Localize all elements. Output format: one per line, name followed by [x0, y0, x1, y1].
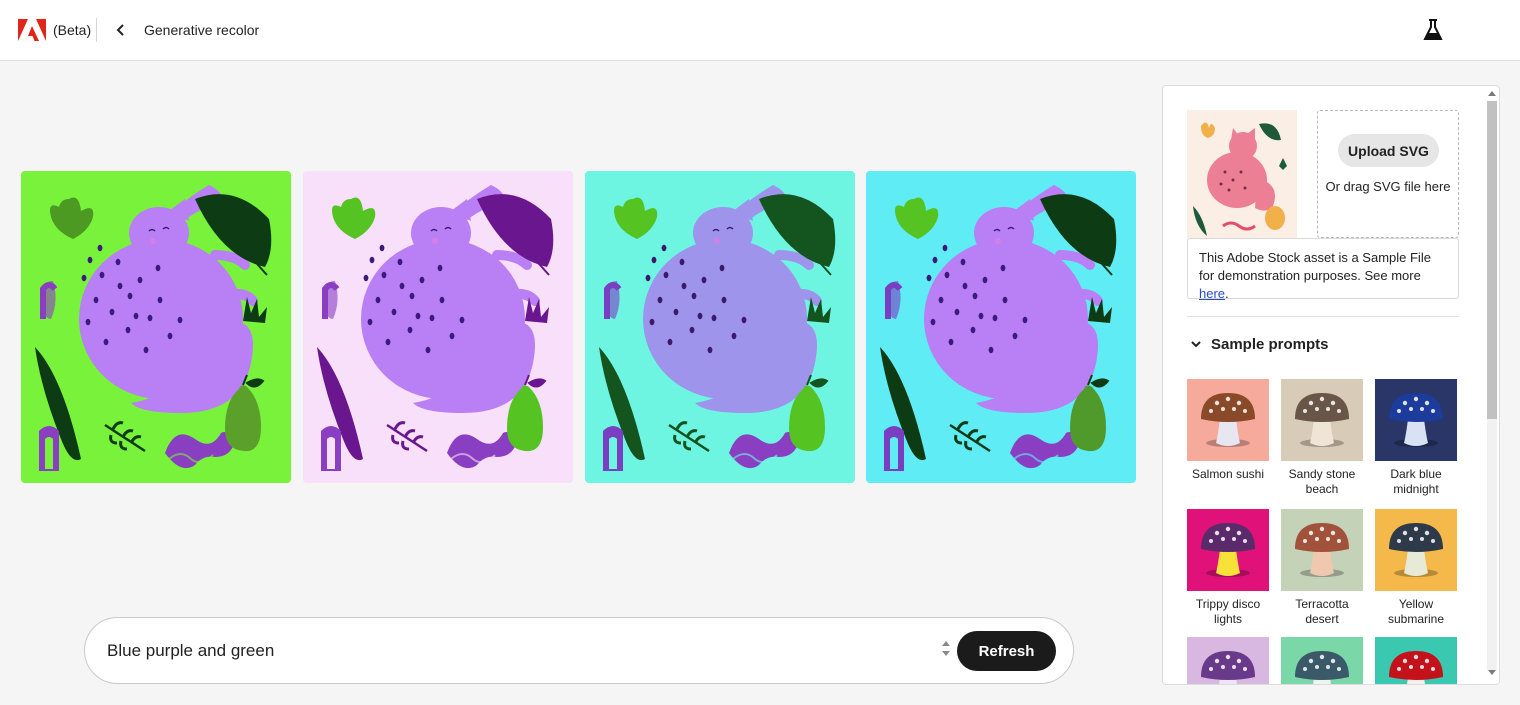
- page-title: Generative recolor: [144, 22, 260, 38]
- mushroom-image: [1281, 509, 1363, 591]
- scroll-down-arrow[interactable]: [1488, 670, 1496, 675]
- mushroom-image: [1375, 509, 1457, 591]
- sample-prompt-tile[interactable]: [1281, 637, 1363, 684]
- sample-prompt-tile[interactable]: [1187, 637, 1269, 684]
- side-panel: Upload SVG Or drag SVG file here This Ad…: [1162, 85, 1500, 685]
- scroll-up-arrow[interactable]: [1488, 91, 1496, 96]
- top-bar: (Beta) Generative recolor: [0, 0, 1520, 61]
- sample-prompt-label: Terracotta desert: [1295, 597, 1349, 626]
- mushroom-image: [1375, 637, 1457, 684]
- prompt-bar: Refresh: [84, 617, 1074, 684]
- sample-prompt-tile[interactable]: Terracotta desert: [1281, 509, 1363, 627]
- scrollbar-thumb[interactable]: [1487, 101, 1497, 419]
- notice-here-link[interactable]: here: [1199, 286, 1225, 301]
- sample-prompt-tile[interactable]: Sandy stone beach: [1281, 379, 1363, 497]
- header-divider: [96, 18, 97, 42]
- sample-prompt-label: Sandy stone beach: [1288, 467, 1356, 496]
- notice-end: .: [1225, 286, 1229, 301]
- mushroom-image: [1281, 379, 1363, 461]
- drag-svg-text: Or drag SVG file here: [1325, 179, 1451, 194]
- variant-card-1[interactable]: [21, 171, 291, 483]
- mushroom-image: [1187, 509, 1269, 591]
- sample-prompt-label: Yellow submarine: [1387, 597, 1445, 626]
- prompt-input[interactable]: [107, 638, 927, 664]
- mushroom-image: [1375, 379, 1457, 461]
- mushroom-image: [1281, 637, 1363, 684]
- sample-prompts-toggle[interactable]: Sample prompts: [1189, 333, 1329, 355]
- upload-svg-button[interactable]: Upload SVG: [1338, 134, 1439, 167]
- sample-prompt-label: Dark blue midnight: [1390, 467, 1442, 496]
- sample-prompt-tile[interactable]: [1375, 637, 1457, 684]
- adobe-logo-icon[interactable]: [18, 19, 46, 41]
- sample-prompts-title: Sample prompts: [1211, 335, 1329, 353]
- variant-card-3[interactable]: [585, 171, 855, 483]
- panel-scrollbar[interactable]: [1484, 85, 1500, 685]
- panel-divider: [1187, 316, 1459, 317]
- notice-text: This Adobe Stock asset is a Sample File …: [1199, 250, 1431, 283]
- flask-icon[interactable]: [1423, 19, 1443, 41]
- sample-prompt-label: Trippy disco lights: [1195, 597, 1261, 626]
- mushroom-image: [1187, 379, 1269, 461]
- refresh-button[interactable]: Refresh: [957, 631, 1056, 671]
- svg-drop-zone[interactable]: Upload SVG Or drag SVG file here: [1317, 110, 1459, 238]
- variant-card-4[interactable]: [866, 171, 1136, 483]
- sample-prompt-tile[interactable]: Dark blue midnight: [1375, 379, 1457, 497]
- variant-card-2[interactable]: [303, 171, 573, 483]
- chevron-down-icon: [1191, 341, 1201, 348]
- source-thumbnail[interactable]: [1187, 110, 1297, 238]
- sample-prompt-tile[interactable]: Yellow submarine: [1375, 509, 1457, 627]
- sample-file-notice: This Adobe Stock asset is a Sample File …: [1187, 238, 1459, 301]
- prompt-stepper[interactable]: [940, 638, 952, 664]
- mushroom-image: [1187, 637, 1269, 684]
- chevron-left-icon[interactable]: [112, 20, 130, 40]
- sample-prompt-tile[interactable]: Salmon sushi: [1187, 379, 1269, 482]
- beta-label: (Beta): [53, 22, 92, 38]
- sample-prompt-tile[interactable]: Trippy disco lights: [1187, 509, 1269, 627]
- sample-prompt-label: Salmon sushi: [1191, 467, 1265, 481]
